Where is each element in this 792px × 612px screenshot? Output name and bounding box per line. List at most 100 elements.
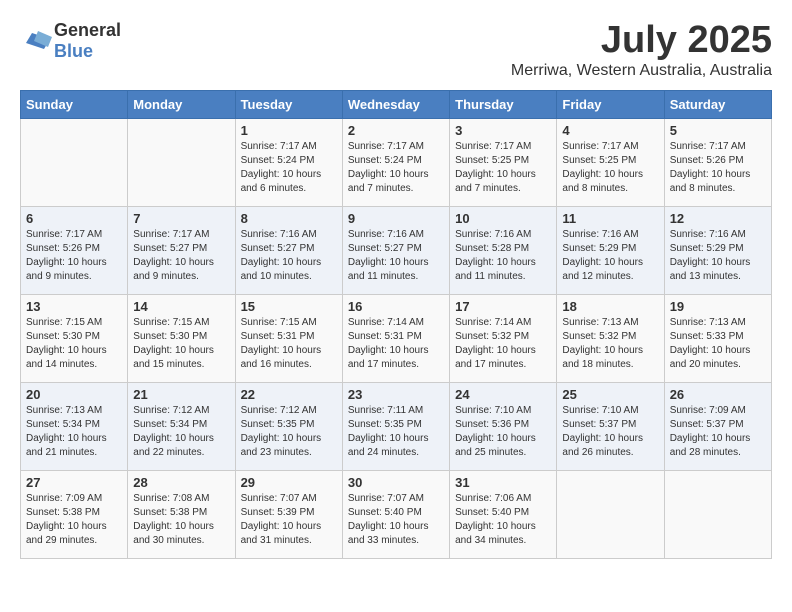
calendar-cell: 1 Sunrise: 7:17 AMSunset: 5:24 PMDaylight…	[235, 118, 342, 206]
day-number: 15	[241, 299, 337, 314]
calendar-cell: 24 Sunrise: 7:10 AMSunset: 5:36 PMDayligh…	[450, 382, 557, 470]
calendar-cell: 19 Sunrise: 7:13 AMSunset: 5:33 PMDayligh…	[664, 294, 771, 382]
calendar-cell: 5 Sunrise: 7:17 AMSunset: 5:26 PMDaylight…	[664, 118, 771, 206]
day-info: Sunrise: 7:13 AMSunset: 5:33 PMDaylight:…	[670, 316, 766, 372]
weekday-header-tuesday: Tuesday	[235, 90, 342, 118]
day-info: Sunrise: 7:17 AMSunset: 5:27 PMDaylight:…	[133, 228, 229, 284]
calendar-cell: 7 Sunrise: 7:17 AMSunset: 5:27 PMDaylight…	[128, 206, 235, 294]
calendar-week-row: 6Sunrise: 7:17 AMSunset: 5:26 PMDaylight…	[21, 206, 772, 294]
calendar-cell	[557, 470, 664, 558]
calendar-cell: 28Sunrise: 7:08 AMSunset: 5:38 PMDayligh…	[128, 470, 235, 558]
calendar-cell	[664, 470, 771, 558]
logo-icon	[22, 31, 52, 51]
day-number: 5	[670, 123, 766, 138]
calendar-cell: 8 Sunrise: 7:16 AMSunset: 5:27 PMDaylight…	[235, 206, 342, 294]
day-info: Sunrise: 7:15 AMSunset: 5:31 PMDaylight:…	[241, 316, 337, 372]
day-number: 13	[26, 299, 122, 314]
day-info: Sunrise: 7:17 AMSunset: 5:26 PMDaylight:…	[26, 228, 122, 284]
calendar-cell: 11 Sunrise: 7:16 AMSunset: 5:29 PMDayligh…	[557, 206, 664, 294]
day-info: Sunrise: 7:16 AMSunset: 5:27 PMDaylight:…	[348, 228, 444, 284]
day-info: Sunrise: 7:15 AMSunset: 5:30 PMDaylight:…	[26, 316, 122, 372]
logo-blue-text: Blue	[54, 41, 93, 61]
calendar-cell: 3Sunrise: 7:17 AMSunset: 5:25 PMDaylight…	[450, 118, 557, 206]
day-info: Sunrise: 7:10 AMSunset: 5:36 PMDaylight:…	[455, 404, 551, 460]
day-info: Sunrise: 7:16 AMSunset: 5:29 PMDaylight:…	[562, 228, 658, 284]
calendar-cell: 22 Sunrise: 7:12 AMSunset: 5:35 PMDayligh…	[235, 382, 342, 470]
day-number: 7	[133, 211, 229, 226]
day-number: 19	[670, 299, 766, 314]
day-info: Sunrise: 7:16 AMSunset: 5:27 PMDaylight:…	[241, 228, 337, 284]
day-info: Sunrise: 7:09 AMSunset: 5:37 PMDaylight:…	[670, 404, 766, 460]
day-number: 8	[241, 211, 337, 226]
day-number: 30	[348, 475, 444, 490]
day-info: Sunrise: 7:09 AMSunset: 5:38 PMDaylight:…	[26, 492, 122, 548]
day-number: 16	[348, 299, 444, 314]
day-number: 21	[133, 387, 229, 402]
calendar-week-row: 20 Sunrise: 7:13 AMSunset: 5:34 PMDayligh…	[21, 382, 772, 470]
calendar-cell: 4 Sunrise: 7:17 AMSunset: 5:25 PMDaylight…	[557, 118, 664, 206]
weekday-header-wednesday: Wednesday	[342, 90, 449, 118]
calendar-cell: 31 Sunrise: 7:06 AMSunset: 5:40 PMDayligh…	[450, 470, 557, 558]
day-info: Sunrise: 7:12 AMSunset: 5:35 PMDaylight:…	[241, 404, 337, 460]
day-number: 24	[455, 387, 551, 402]
calendar-cell: 18 Sunrise: 7:13 AMSunset: 5:32 PMDayligh…	[557, 294, 664, 382]
day-number: 20	[26, 387, 122, 402]
day-info: Sunrise: 7:12 AMSunset: 5:34 PMDaylight:…	[133, 404, 229, 460]
calendar-cell: 2Sunrise: 7:17 AMSunset: 5:24 PMDaylight…	[342, 118, 449, 206]
page-header: General Blue July 2025 Merriwa, Western …	[20, 20, 772, 80]
calendar-cell: 13 Sunrise: 7:15 AMSunset: 5:30 PMDayligh…	[21, 294, 128, 382]
day-number: 18	[562, 299, 658, 314]
day-info: Sunrise: 7:10 AMSunset: 5:37 PMDaylight:…	[562, 404, 658, 460]
day-number: 12	[670, 211, 766, 226]
logo-general-text: General	[54, 20, 121, 40]
day-info: Sunrise: 7:17 AMSunset: 5:26 PMDaylight:…	[670, 140, 766, 196]
month-year-title: July 2025	[511, 20, 772, 62]
day-info: Sunrise: 7:17 AMSunset: 5:24 PMDaylight:…	[348, 140, 444, 196]
day-info: Sunrise: 7:16 AMSunset: 5:28 PMDaylight:…	[455, 228, 551, 284]
day-info: Sunrise: 7:07 AMSunset: 5:40 PMDaylight:…	[348, 492, 444, 548]
day-number: 10	[455, 211, 551, 226]
day-info: Sunrise: 7:13 AMSunset: 5:32 PMDaylight:…	[562, 316, 658, 372]
day-number: 31	[455, 475, 551, 490]
weekday-header-friday: Friday	[557, 90, 664, 118]
day-info: Sunrise: 7:11 AMSunset: 5:35 PMDaylight:…	[348, 404, 444, 460]
day-info: Sunrise: 7:07 AMSunset: 5:39 PMDaylight:…	[241, 492, 337, 548]
day-info: Sunrise: 7:06 AMSunset: 5:40 PMDaylight:…	[455, 492, 551, 548]
day-number: 1	[241, 123, 337, 138]
weekday-header-row: SundayMondayTuesdayWednesdayThursdayFrid…	[21, 90, 772, 118]
day-number: 4	[562, 123, 658, 138]
day-number: 9	[348, 211, 444, 226]
day-number: 3	[455, 123, 551, 138]
calendar-cell: 12 Sunrise: 7:16 AMSunset: 5:29 PMDayligh…	[664, 206, 771, 294]
calendar-week-row: 27 Sunrise: 7:09 AMSunset: 5:38 PMDayligh…	[21, 470, 772, 558]
calendar-week-row: 1 Sunrise: 7:17 AMSunset: 5:24 PMDaylight…	[21, 118, 772, 206]
day-number: 26	[670, 387, 766, 402]
calendar-cell: 9 Sunrise: 7:16 AMSunset: 5:27 PMDaylight…	[342, 206, 449, 294]
day-number: 25	[562, 387, 658, 402]
calendar-cell: 25 Sunrise: 7:10 AMSunset: 5:37 PMDayligh…	[557, 382, 664, 470]
weekday-header-sunday: Sunday	[21, 90, 128, 118]
logo: General Blue	[20, 20, 121, 62]
calendar-cell: 16Sunrise: 7:14 AMSunset: 5:31 PMDayligh…	[342, 294, 449, 382]
calendar-week-row: 13 Sunrise: 7:15 AMSunset: 5:30 PMDayligh…	[21, 294, 772, 382]
day-number: 23	[348, 387, 444, 402]
calendar-cell: 10 Sunrise: 7:16 AMSunset: 5:28 PMDayligh…	[450, 206, 557, 294]
day-number: 28	[133, 475, 229, 490]
day-info: Sunrise: 7:13 AMSunset: 5:34 PMDaylight:…	[26, 404, 122, 460]
weekday-header-monday: Monday	[128, 90, 235, 118]
calendar-table: SundayMondayTuesdayWednesdayThursdayFrid…	[20, 90, 772, 559]
calendar-cell: 23 Sunrise: 7:11 AMSunset: 5:35 PMDayligh…	[342, 382, 449, 470]
day-info: Sunrise: 7:17 AMSunset: 5:25 PMDaylight:…	[562, 140, 658, 196]
day-number: 17	[455, 299, 551, 314]
day-info: Sunrise: 7:14 AMSunset: 5:32 PMDaylight:…	[455, 316, 551, 372]
calendar-cell	[128, 118, 235, 206]
calendar-cell: 21 Sunrise: 7:12 AMSunset: 5:34 PMDayligh…	[128, 382, 235, 470]
day-info: Sunrise: 7:17 AMSunset: 5:24 PMDaylight:…	[241, 140, 337, 196]
day-number: 11	[562, 211, 658, 226]
day-number: 22	[241, 387, 337, 402]
day-number: 14	[133, 299, 229, 314]
calendar-cell: 6Sunrise: 7:17 AMSunset: 5:26 PMDaylight…	[21, 206, 128, 294]
day-number: 27	[26, 475, 122, 490]
weekday-header-thursday: Thursday	[450, 90, 557, 118]
day-info: Sunrise: 7:16 AMSunset: 5:29 PMDaylight:…	[670, 228, 766, 284]
